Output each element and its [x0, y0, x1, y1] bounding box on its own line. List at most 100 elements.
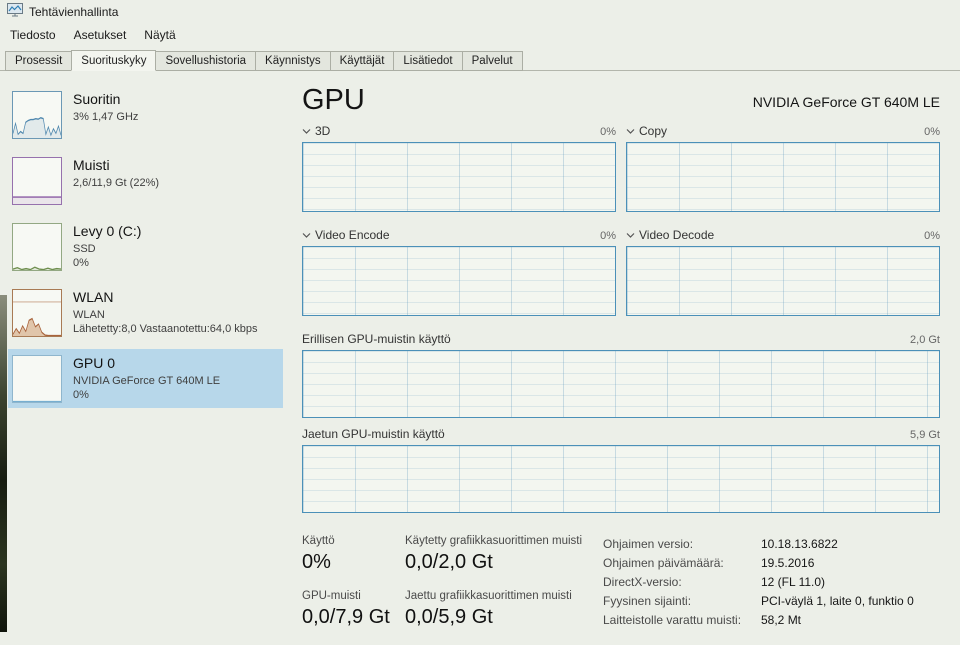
menu-item-asetukset[interactable]: Asetukset	[65, 26, 136, 44]
driver-version-row: Ohjaimen versio: 10.18.13.6822	[603, 535, 914, 554]
desktop-background-edge	[0, 295, 7, 632]
sidebar-item-detail: Lähetetty:8,0 Vastaanotettu:64,0 kbps	[73, 323, 258, 335]
task-manager-icon	[7, 2, 23, 22]
driver-info-value: 10.18.13.6822	[761, 537, 838, 551]
chart-label: Video Encode	[315, 228, 390, 242]
gpu-device-name: NVIDIA GeForce GT 640M LE	[752, 94, 940, 110]
wlan-sparkline-chart	[12, 289, 62, 337]
performance-pane: Suoritin 3% 1,47 GHz Muisti 2,6/11,9 Gt …	[0, 71, 960, 633]
chart-value: 2,0 Gt	[910, 334, 940, 346]
hardware-reserved-memory-row: Laitteistolle varattu muisti: 58,2 Mt	[603, 611, 914, 630]
chart-shared-gpu-memory: Jaetun GPU-muistin käyttö 5,9 Gt	[302, 424, 940, 513]
sidebar-item-detail: 0%	[73, 257, 89, 269]
menu-item-nayta[interactable]: Näytä	[135, 26, 184, 44]
chart-dedicated-gpu-memory-graph	[302, 350, 940, 418]
driver-info-value: 58,2 Mt	[761, 613, 802, 627]
chart-video-encode: Video Encode 0%	[302, 225, 616, 316]
chart-3d: 3D 0%	[302, 121, 616, 212]
driver-info-label: Ohjaimen versio:	[603, 537, 694, 551]
sidebar-item-wlan[interactable]: WLAN WLAN Lähetetty:8,0 Vastaanotettu:64…	[8, 283, 283, 342]
sidebar-item-title: Muisti	[73, 157, 110, 173]
title-bar: Tehtävienhallinta	[0, 0, 960, 24]
gpu-stats: Käyttö 0% GPU-muisti 0,0/7,9 Gt Käytetty…	[302, 535, 940, 645]
disk-sparkline-chart	[12, 223, 62, 271]
menu-bar: Tiedosto Asetukset Näytä	[0, 24, 960, 46]
chart-label: Erillisen GPU-muistin käyttö	[302, 332, 451, 346]
driver-info-label: Ohjaimen päivämäärä:	[603, 556, 724, 570]
stat-value: 0,0/5,9 Gt	[405, 606, 493, 628]
chevron-down-icon[interactable]	[626, 128, 635, 135]
stat-value: 0,0/2,0 Gt	[405, 551, 493, 573]
chart-label: Copy	[639, 124, 668, 138]
gpu-detail-panel: GPU NVIDIA GeForce GT 640M LE 3D 0% Copy…	[283, 71, 960, 633]
chart-value: 0%	[924, 230, 940, 242]
driver-info: Ohjaimen versio: 10.18.13.6822 Ohjaimen …	[603, 535, 914, 645]
chart-shared-gpu-memory-graph	[302, 445, 940, 513]
sidebar-item-disk[interactable]: Levy 0 (C:) SSD 0%	[8, 217, 283, 276]
sidebar-item-detail: SSD	[73, 243, 96, 255]
performance-sidebar: Suoritin 3% 1,47 GHz Muisti 2,6/11,9 Gt …	[0, 71, 283, 633]
sidebar-item-detail: 2,6/11,9 Gt (22%)	[73, 177, 160, 189]
sidebar-item-detail: WLAN	[73, 309, 105, 321]
sidebar-item-detail: 0%	[73, 389, 89, 401]
stat-shared-memory-usage: Jaettu grafiikkasuorittimen muisti 0,0/5…	[405, 590, 601, 629]
sidebar-item-title: Suoritin	[73, 91, 121, 107]
sidebar-item-gpu[interactable]: GPU 0 NVIDIA GeForce GT 640M LE 0%	[8, 349, 283, 408]
gpu-sparkline-chart	[12, 355, 62, 403]
sidebar-item-title: WLAN	[73, 289, 114, 305]
tab-kayttajat[interactable]: Käyttäjät	[329, 51, 395, 71]
sidebar-item-memory[interactable]: Muisti 2,6/11,9 Gt (22%)	[8, 151, 283, 210]
stat-label: Käytetty grafiikkasuorittimen muisti	[405, 535, 583, 547]
menu-item-tiedosto[interactable]: Tiedosto	[1, 26, 65, 44]
window-title: Tehtävienhallinta	[29, 5, 119, 19]
chart-value: 0%	[600, 230, 616, 242]
stat-gpu-memory: GPU-muisti 0,0/7,9 Gt	[302, 590, 405, 629]
sidebar-item-detail: NVIDIA GeForce GT 640M LE	[73, 375, 221, 387]
stat-usage: Käyttö 0%	[302, 535, 405, 574]
chart-video-decode-graph	[626, 246, 940, 316]
chart-3d-graph	[302, 142, 616, 212]
stat-label: Käyttö	[302, 535, 335, 547]
tab-kaynnistys[interactable]: Käynnistys	[255, 51, 331, 71]
sidebar-item-title: Levy 0 (C:)	[73, 223, 142, 239]
tab-suorituskyky[interactable]: Suorituskyky	[71, 50, 157, 71]
chevron-down-icon[interactable]	[302, 232, 311, 239]
cpu-sparkline-chart	[12, 91, 62, 139]
stat-value: 0,0/7,9 Gt	[302, 606, 390, 628]
chart-label: Jaetun GPU-muistin käyttö	[302, 427, 445, 441]
driver-info-label: DirectX-versio:	[603, 575, 682, 589]
driver-info-value: 19.5.2016	[761, 556, 815, 570]
stat-dedicated-memory-usage: Käytetty grafiikkasuorittimen muisti 0,0…	[405, 535, 601, 574]
chart-copy-graph	[626, 142, 940, 212]
sidebar-item-title: GPU 0	[73, 355, 116, 371]
driver-info-value: 12 (FL 11.0)	[761, 575, 826, 589]
chart-video-encode-graph	[302, 246, 616, 316]
sidebar-item-detail: 3% 1,47 GHz	[73, 111, 139, 123]
chart-value: 0%	[924, 126, 940, 138]
tab-sovellushistoria[interactable]: Sovellushistoria	[155, 51, 257, 71]
tab-prosessit[interactable]: Prosessit	[5, 51, 73, 71]
driver-info-value: PCI-väylä 1, laite 0, funktio 0	[761, 594, 914, 608]
physical-location-row: Fyysinen sijainti: PCI-väylä 1, laite 0,…	[603, 592, 914, 611]
driver-info-label: Laitteistolle varattu muisti:	[603, 613, 742, 627]
sidebar-item-cpu[interactable]: Suoritin 3% 1,47 GHz	[8, 85, 283, 144]
driver-info-label: Fyysinen sijainti:	[603, 594, 692, 608]
tab-bar: Prosessit Suorituskyky Sovellushistoria …	[0, 46, 960, 71]
chart-copy: Copy 0%	[626, 121, 940, 212]
directx-version-row: DirectX-versio: 12 (FL 11.0)	[603, 573, 914, 592]
chart-dedicated-gpu-memory: Erillisen GPU-muistin käyttö 2,0 Gt	[302, 329, 940, 418]
page-title: GPU	[302, 84, 365, 116]
chevron-down-icon[interactable]	[626, 232, 635, 239]
tab-palvelut[interactable]: Palvelut	[461, 51, 523, 71]
chart-value: 0%	[600, 126, 616, 138]
chart-label: Video Decode	[639, 228, 715, 242]
tab-lisatiedot[interactable]: Lisätiedot	[393, 51, 463, 71]
stat-value: 0%	[302, 551, 331, 573]
memory-sparkline-chart	[12, 157, 62, 205]
driver-date-row: Ohjaimen päivämäärä: 19.5.2016	[603, 554, 914, 573]
stat-label: Jaettu grafiikkasuorittimen muisti	[405, 590, 572, 602]
chart-label: 3D	[315, 124, 331, 138]
chart-video-decode: Video Decode 0%	[626, 225, 940, 316]
stat-label: GPU-muisti	[302, 590, 361, 602]
chevron-down-icon[interactable]	[302, 128, 311, 135]
